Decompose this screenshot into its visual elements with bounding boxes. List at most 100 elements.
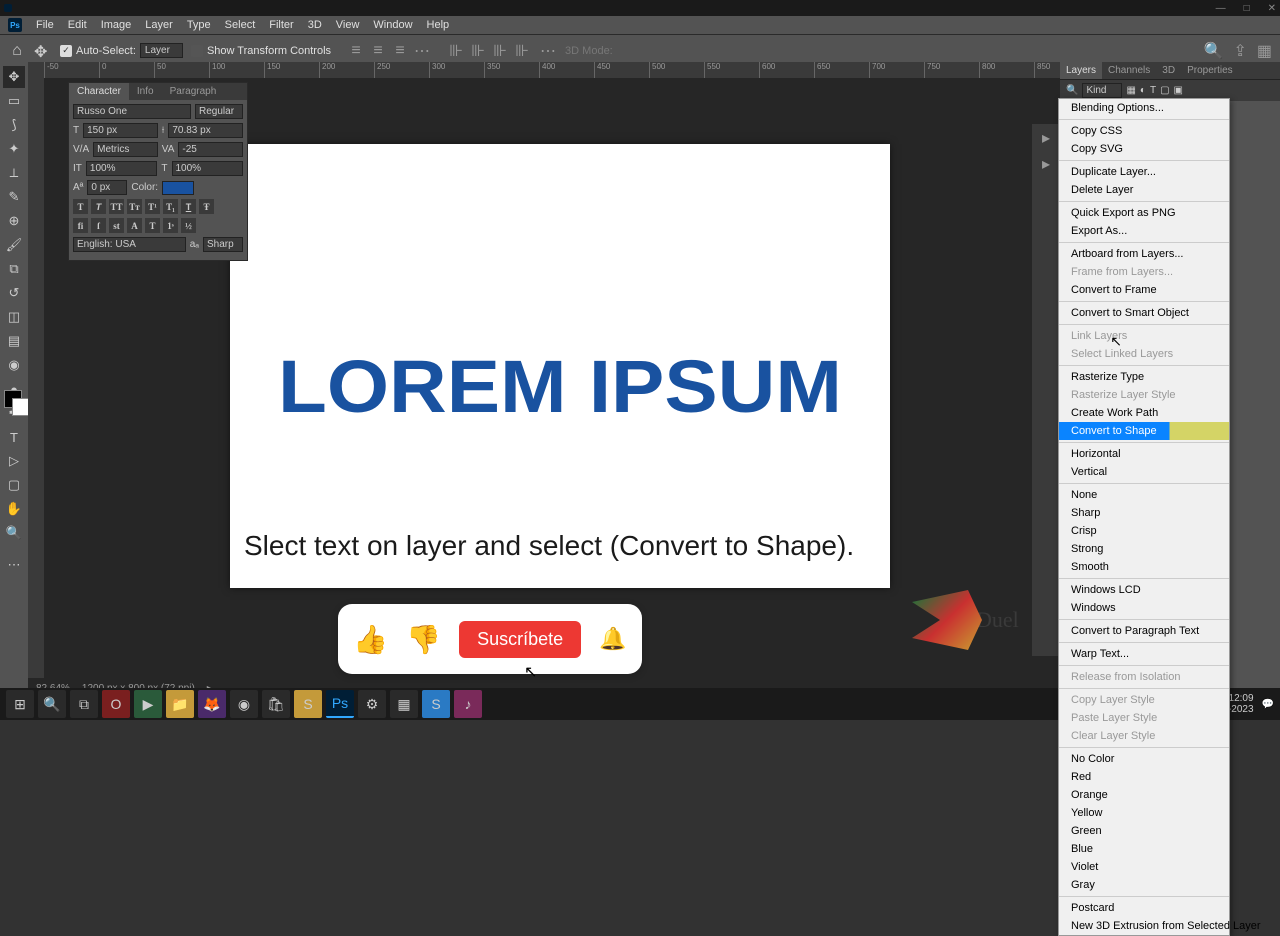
italic-button[interactable]: T <box>91 199 106 214</box>
text-color-swatch[interactable] <box>162 181 194 195</box>
share-icon[interactable]: ⇪ <box>1233 41 1246 61</box>
context-menu-item[interactable]: Green <box>1059 822 1229 840</box>
context-menu-item[interactable]: Artboard from Layers... <box>1059 245 1229 263</box>
context-menu-item[interactable]: Warp Text... <box>1059 645 1229 663</box>
search-taskbar-icon[interactable]: 🔍 <box>38 690 66 718</box>
context-menu-item[interactable]: Delete Layer <box>1059 181 1229 199</box>
context-menu-item[interactable]: Convert to Paragraph Text <box>1059 622 1229 640</box>
vscale-field[interactable]: 100% <box>86 161 158 176</box>
context-menu-item[interactable]: Convert to Frame <box>1059 281 1229 299</box>
eyedropper-tool[interactable]: ✎ <box>3 186 25 208</box>
app-icon-1[interactable]: ▶ <box>134 690 162 718</box>
align-right-icon[interactable]: ≡ <box>391 42 409 60</box>
menu-image[interactable]: Image <box>95 17 138 33</box>
history-brush-tool[interactable]: ↺ <box>3 282 25 304</box>
filter-adjust-icon[interactable]: ◐ <box>1140 85 1146 96</box>
context-menu-item[interactable]: Rasterize Type <box>1059 368 1229 386</box>
strikethrough-button[interactable]: Ŧ <box>199 199 214 214</box>
brush-tool[interactable]: 🖌 <box>3 234 25 256</box>
opentype-fi[interactable]: fi <box>73 218 88 233</box>
context-menu-item[interactable]: None <box>1059 486 1229 504</box>
chrome-icon[interactable]: ◉ <box>230 690 258 718</box>
thumbs-down-icon[interactable]: 👎 <box>406 623 441 656</box>
distribute-3-icon[interactable]: ⊪ <box>491 42 509 60</box>
menu-view[interactable]: View <box>330 17 366 33</box>
taskview-icon[interactable]: ⧉ <box>70 690 98 718</box>
adjustments-panel-icon[interactable]: ▸ <box>1042 154 1050 174</box>
blur-tool[interactable]: ◉ <box>3 354 25 376</box>
menu-file[interactable]: File <box>30 17 60 33</box>
context-menu-item[interactable]: Copy CSS <box>1059 122 1229 140</box>
lasso-tool[interactable]: ⟆ <box>3 114 25 136</box>
tab-character[interactable]: Character <box>69 83 129 100</box>
menu-help[interactable]: Help <box>421 17 456 33</box>
context-menu-item[interactable]: New 3D Extrusion from Selected Layer <box>1059 917 1229 935</box>
align-center-icon[interactable]: ≡ <box>369 42 387 60</box>
context-menu-item[interactable]: Postcard <box>1059 899 1229 917</box>
ruler-vertical[interactable] <box>28 78 44 688</box>
context-menu-item[interactable]: Convert to Shape <box>1059 422 1229 440</box>
thumbs-up-icon[interactable]: 👍 <box>353 623 388 656</box>
close-window-button[interactable]: ✕ <box>1268 3 1276 14</box>
menu-3d[interactable]: 3D <box>302 17 328 33</box>
store-icon[interactable]: 🛍 <box>262 690 290 718</box>
menu-type[interactable]: Type <box>181 17 217 33</box>
kerning-field[interactable]: Metrics <box>93 142 158 157</box>
context-menu-item[interactable]: Red <box>1059 768 1229 786</box>
hand-tool[interactable]: ✋ <box>3 498 25 520</box>
maximize-button[interactable]: □ <box>1244 3 1250 14</box>
superscript-button[interactable]: T¹ <box>145 199 160 214</box>
headline-text[interactable]: LOREM IPSUM <box>204 344 917 429</box>
context-menu-item[interactable]: Gray <box>1059 876 1229 894</box>
font-size-field[interactable]: 150 px <box>83 123 158 138</box>
opentype-1st[interactable]: 1﻿ˢ <box>163 218 178 233</box>
bold-button[interactable]: T <box>73 199 88 214</box>
history-panel-icon[interactable]: ▸ <box>1042 128 1050 148</box>
align-left-icon[interactable]: ≡ <box>347 42 365 60</box>
align-more-icon[interactable]: ⋯ <box>413 42 431 60</box>
distribute-1-icon[interactable]: ⊪ <box>447 42 465 60</box>
font-family-field[interactable]: Russo One <box>73 104 191 119</box>
gradient-tool[interactable]: ▤ <box>3 330 25 352</box>
filter-shape-icon[interactable]: ▢ <box>1160 85 1169 96</box>
subscript-button[interactable]: T₁ <box>163 199 178 214</box>
antialiasing-field[interactable]: Sharp <box>203 237 243 252</box>
smallcaps-button[interactable]: Tᴛ <box>127 199 142 214</box>
subscribe-button[interactable]: Suscríbete <box>459 621 581 658</box>
opentype-st[interactable]: st <box>109 218 124 233</box>
shape-tool[interactable]: ▢ <box>3 474 25 496</box>
opentype-frac[interactable]: ½ <box>181 218 196 233</box>
context-menu-item[interactable]: Windows LCD <box>1059 581 1229 599</box>
context-menu-item[interactable]: No Color <box>1059 750 1229 768</box>
language-field[interactable]: English: USA <box>73 237 186 252</box>
context-menu-item[interactable]: Blue <box>1059 840 1229 858</box>
context-menu-item[interactable]: Orange <box>1059 786 1229 804</box>
marquee-tool[interactable]: ▭ <box>3 90 25 112</box>
notifications-icon[interactable]: 💬 <box>1262 699 1274 710</box>
edit-toolbar[interactable]: ⋯ <box>3 554 25 576</box>
filter-pixel-icon[interactable]: ▦ <box>1126 85 1135 96</box>
menu-window[interactable]: Window <box>367 17 418 33</box>
opentype-a[interactable]: A <box>127 218 142 233</box>
properties-tab[interactable]: Properties <box>1181 62 1239 79</box>
home-icon[interactable]: ⌂ <box>8 42 26 60</box>
leading-field[interactable]: 70.83 px <box>168 123 243 138</box>
wand-tool[interactable]: ✦ <box>3 138 25 160</box>
menu-edit[interactable]: Edit <box>62 17 93 33</box>
tracking-field[interactable]: -25 <box>178 142 243 157</box>
3d-tab[interactable]: 3D <box>1156 62 1181 79</box>
path-tool[interactable]: ▷ <box>3 450 25 472</box>
context-menu-item[interactable]: Horizontal <box>1059 445 1229 463</box>
move-tool[interactable]: ✥ <box>3 66 25 88</box>
app-icon-2[interactable]: S <box>294 690 322 718</box>
distribute-2-icon[interactable]: ⊪ <box>469 42 487 60</box>
context-menu-item[interactable]: Convert to Smart Object <box>1059 304 1229 322</box>
context-menu-item[interactable]: Quick Export as PNG <box>1059 204 1229 222</box>
context-menu-item[interactable]: Violet <box>1059 858 1229 876</box>
auto-select-dropdown[interactable]: Layer <box>140 43 183 58</box>
photoshop-taskbar-icon[interactable]: Ps <box>326 690 354 718</box>
context-menu-item[interactable]: Export As... <box>1059 222 1229 240</box>
context-menu-item[interactable]: Smooth <box>1059 558 1229 576</box>
tab-info[interactable]: Info <box>129 83 162 100</box>
context-menu-item[interactable]: Strong <box>1059 540 1229 558</box>
